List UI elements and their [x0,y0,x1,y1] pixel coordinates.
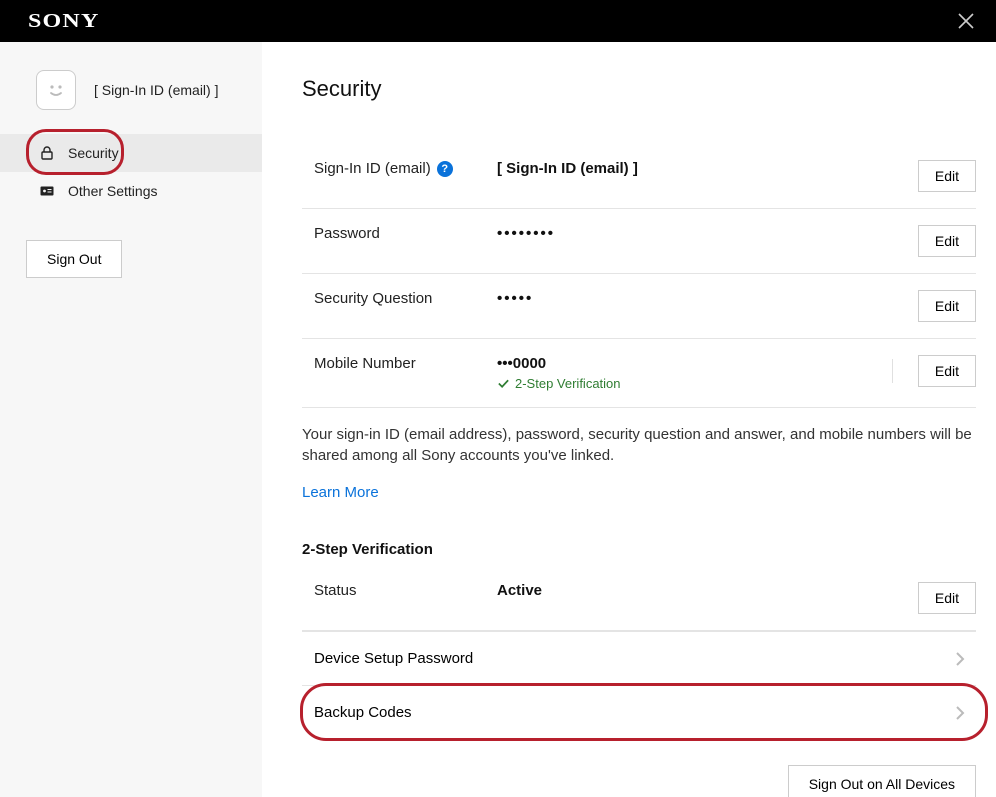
backup-codes-row[interactable]: Backup Codes [302,685,976,739]
id-card-icon [38,182,56,200]
status-label: Status [302,582,497,599]
sign-out-all-devices-button[interactable]: Sign Out on All Devices [788,765,976,797]
main-container: [ Sign-In ID (email) ] Security Other Se… [0,42,996,797]
edit-signin-id-button[interactable]: Edit [918,160,976,192]
password-value: •••••••• [497,225,906,242]
signin-id-value: [ Sign-In ID (email) ] [497,160,906,177]
signin-id-label: Sign-In ID (email) ? [302,160,497,177]
secq-label: Security Question [302,290,497,307]
profile-signin-label: [ Sign-In ID (email) ] [94,82,218,98]
sidebar: [ Sign-In ID (email) ] Security Other Se… [0,42,262,797]
two-step-header: 2-Step Verification [302,541,976,558]
row-mobile-number: Mobile Number •••0000 2-Step Verificatio… [302,339,976,408]
lock-icon [38,144,56,162]
signout-wrap: Sign Out [0,210,262,278]
edit-password-button[interactable]: Edit [918,225,976,257]
sony-logo: SONY [28,10,99,33]
row-security-question: Security Question ••••• Edit [302,274,976,339]
footer-actions: Sign Out on All Devices [302,739,976,797]
sidebar-item-security[interactable]: Security [0,134,262,172]
status-value: Active [497,582,906,599]
edit-secq-button[interactable]: Edit [918,290,976,322]
device-setup-password-row[interactable]: Device Setup Password [302,631,976,685]
two-step-verified-badge: 2-Step Verification [497,376,906,391]
backup-codes-label: Backup Codes [314,704,412,721]
main-content: Security Sign-In ID (email) ? [ Sign-In … [262,42,996,797]
mobile-value: •••0000 [497,355,906,372]
backup-codes-highlight: Backup Codes [302,685,976,739]
profile-block: [ Sign-In ID (email) ] [0,60,262,134]
chevron-right-icon [954,651,966,667]
password-label: Password [302,225,497,242]
device-setup-label: Device Setup Password [314,650,473,667]
avatar [36,70,76,110]
help-icon[interactable]: ? [437,161,453,177]
edit-mobile-button[interactable]: Edit [918,355,976,387]
learn-more-link[interactable]: Learn More [302,484,379,501]
close-icon[interactable] [956,11,976,31]
sidebar-item-other-settings[interactable]: Other Settings [0,172,262,210]
sign-out-button[interactable]: Sign Out [26,240,122,278]
row-2step-status: Status Active Edit [302,566,976,631]
mobile-label: Mobile Number [302,355,497,372]
edit-status-button[interactable]: Edit [918,582,976,614]
row-signin-id: Sign-In ID (email) ? [ Sign-In ID (email… [302,144,976,209]
sidebar-item-label: Other Settings [68,183,158,199]
secq-value: ••••• [497,290,906,307]
check-icon [497,377,510,390]
header-bar: SONY [0,0,996,42]
sidebar-item-label: Security [68,145,119,161]
chevron-right-icon [954,705,966,721]
sidebar-nav: Security Other Settings [0,134,262,210]
info-text: Your sign-in ID (email address), passwor… [302,408,976,476]
mobile-value-block: •••0000 2-Step Verification [497,355,906,391]
page-title: Security [302,76,976,102]
row-password: Password •••••••• Edit [302,209,976,274]
